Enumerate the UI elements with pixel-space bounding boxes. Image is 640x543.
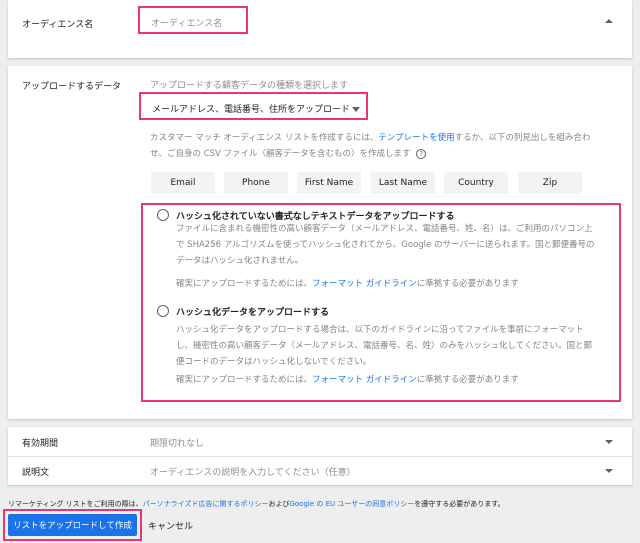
upload-data-label: アップロードするデータ [22, 82, 122, 92]
opt1-note-suffix: に準拠する必要があります [416, 279, 519, 289]
option-unhashed-radio[interactable] [157, 209, 169, 221]
column-chip-zip: Zip [518, 172, 582, 194]
chevron-down-icon[interactable] [602, 464, 616, 478]
opt1-line3: データはハッシュ化されません。 [176, 256, 304, 266]
help-icon[interactable]: ? [416, 148, 427, 159]
opt2-line1: ハッシュ化データをアップロードする場合は、以下のガイドラインに沿ってファイルを事… [176, 325, 584, 335]
expiry-row[interactable]: 有効期間 期限切れなし [8, 427, 632, 456]
template-link[interactable]: テンプレートを使用 [378, 133, 454, 143]
upload-hint: アップロードする顧客データの種類を選択します [150, 81, 349, 91]
column-chip-phone: Phone [224, 172, 288, 194]
column-chip-email: Email [151, 172, 215, 194]
chevron-down-icon[interactable] [602, 435, 616, 449]
desc-text: カスタマー マッチ オーディエンス リストを作成するには、 [150, 133, 379, 143]
dropdown-arrow-icon [352, 105, 360, 115]
cancel-button[interactable]: キャンセル [148, 519, 193, 532]
policy-mid: および [268, 500, 290, 508]
expiry-label: 有効期間 [22, 439, 59, 449]
opt2-line3: 便コードのデータはハッシュ化しないでください。 [176, 357, 372, 367]
audience-name-card: オーディエンス名 オーディエンス名 [8, 0, 632, 58]
description-row[interactable]: 説明文 オーディエンスの説明を入力してください（任意） [8, 457, 632, 485]
description-label: 説明文 [22, 468, 50, 478]
upload-type-value: メールアドレス、電話番号、住所をアップロード [152, 105, 351, 115]
opt2-note-suffix: に準拠する必要があります [416, 375, 519, 385]
chevron-up-icon[interactable] [602, 14, 616, 28]
option-hashed-title[interactable]: ハッシュ化データをアップロードする [176, 305, 329, 318]
upload-type-dropdown[interactable]: メールアドレス、電話番号、住所をアップロード [139, 92, 368, 120]
option-hashed-note: 確実にアップロードするためには、フォーマット ガイドラインに準拠する必要がありま… [176, 372, 616, 388]
column-chip-first-name: First Name [297, 172, 361, 194]
upload-description: カスタマー マッチ オーディエンス リストを作成するには、テンプレートを使用する… [150, 130, 630, 162]
audience-name-field[interactable]: オーディエンス名 [138, 6, 248, 34]
eu-consent-policy-link[interactable]: Google の EU ユーザーの同意ポリシー [289, 500, 414, 508]
policy-suffix: を遵守する必要があります。 [414, 500, 505, 508]
settings-card: 有効期間 期限切れなし 説明文 オーディエンスの説明を入力してください（任意） [8, 427, 632, 485]
column-chip-country: Country [444, 172, 508, 194]
column-chip-last-name: Last Name [371, 172, 435, 194]
option-unhashed-note: 確実にアップロードするためには、フォーマット ガイドラインに準拠する必要がありま… [176, 276, 616, 292]
audience-name-label: オーディエンス名 [22, 20, 94, 30]
opt1-note-prefix: 確実にアップロードするためには、 [176, 279, 313, 289]
policy-notice: リマーケティング リストをご利用の際は、パーソナライズド広告に関するポリシーおよ… [8, 499, 505, 509]
description-input[interactable]: オーディエンスの説明を入力してください（任意） [150, 465, 356, 478]
desc-text-2: するか、以下の列見出しを組み合わ [454, 133, 591, 143]
desc-text-3: せ、ご自身の CSV ファイル（顧客データを含むもの）を作成します [150, 149, 411, 159]
opt2-line2: し、機密性の高い顧客データ（メールアドレス、電話番号、名、姓）のみをハッシュ化し… [176, 341, 592, 351]
audience-name-input[interactable]: オーディエンス名 [151, 16, 222, 29]
format-guideline-link-1[interactable]: フォーマット ガイドライン [312, 279, 417, 289]
option-unhashed-description: ファイルに含まれる機密性の高い顧客データ（メールアドレス、電話番号、姓、名）は、… [176, 221, 616, 269]
personalized-ads-policy-link[interactable]: パーソナライズド広告に関するポリシー [143, 500, 269, 508]
expiry-value: 期限切れなし [150, 439, 205, 449]
opt1-line1: ファイルに含まれる機密性の高い顧客データ（メールアドレス、電話番号、姓、名）は、… [176, 224, 593, 234]
upload-and-create-button[interactable]: リストをアップロードして作成 [8, 514, 137, 536]
opt2-note-prefix: 確実にアップロードするためには、 [176, 375, 313, 385]
option-hashed-radio[interactable] [157, 305, 169, 317]
policy-prefix: リマーケティング リストをご利用の際は、 [8, 500, 143, 508]
format-guideline-link-2[interactable]: フォーマット ガイドライン [312, 375, 417, 385]
opt1-line2: で SHA256 アルゴリズムを使ってハッシュ化されてから、Google のサー… [176, 240, 595, 250]
option-hashed-description: ハッシュ化データをアップロードする場合は、以下のガイドラインに沿ってファイルを事… [176, 322, 616, 370]
